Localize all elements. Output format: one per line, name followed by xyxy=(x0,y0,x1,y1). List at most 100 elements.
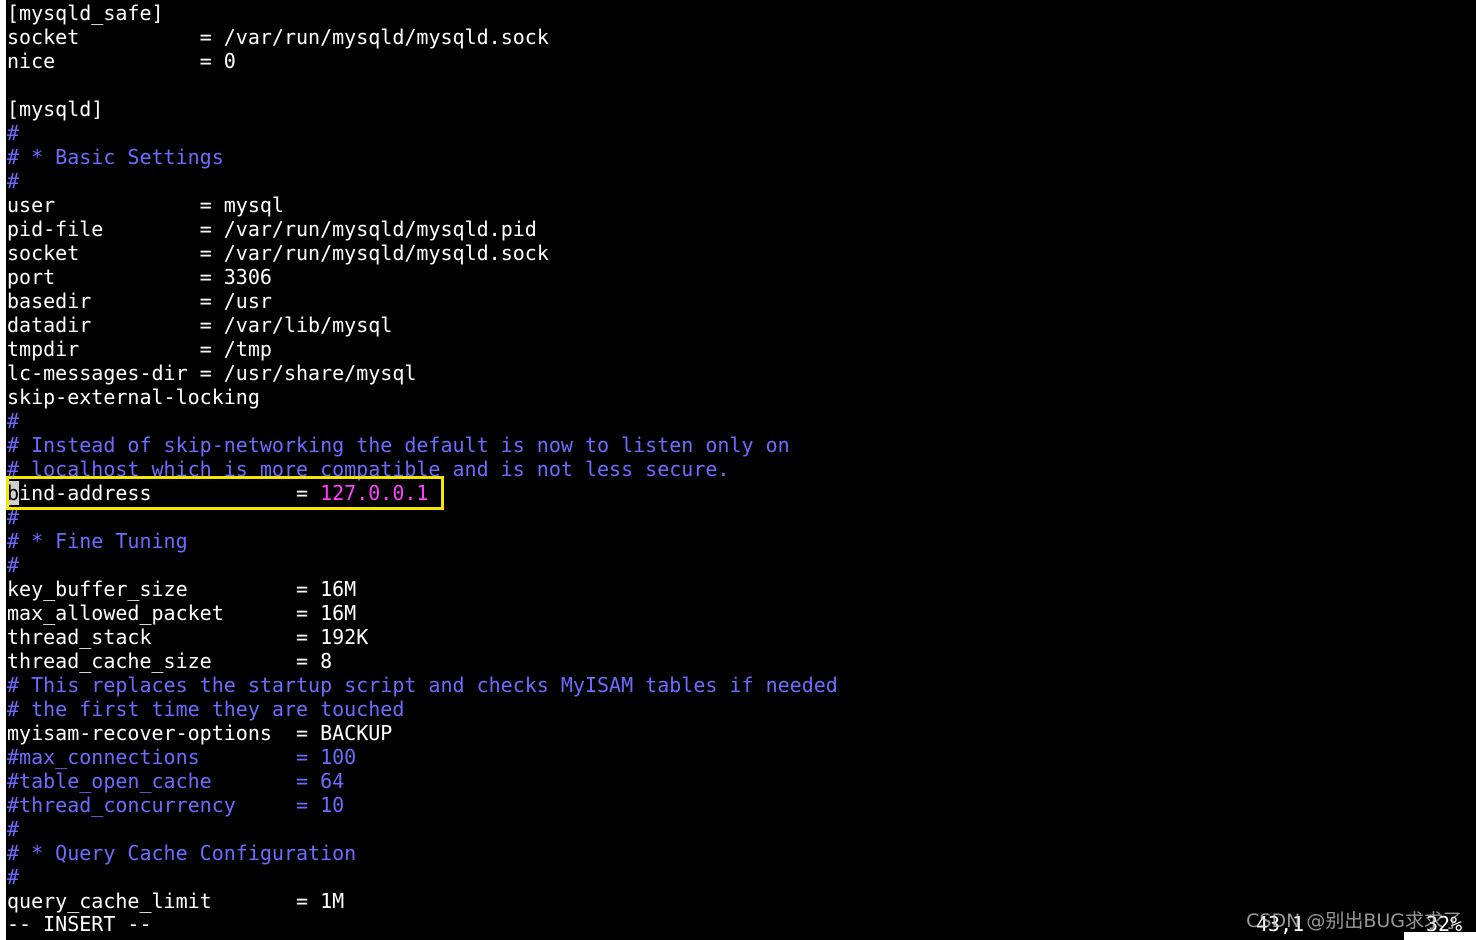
config-separator: = xyxy=(199,193,224,217)
config-key: key_buffer_size xyxy=(7,577,296,601)
comment-text: # xyxy=(7,817,20,841)
config-value: /var/run/mysqld/mysqld.sock xyxy=(223,241,549,265)
config-key: socket xyxy=(7,241,200,265)
vim-mode-indicator: -- INSERT -- xyxy=(7,912,152,936)
editor-line[interactable]: # * Basic Settings xyxy=(7,145,838,169)
config-value: 16M xyxy=(320,577,357,601)
editor-line[interactable]: # Instead of skip-networking the default… xyxy=(7,433,838,457)
config-key: thread_cache_size xyxy=(7,649,296,673)
config-separator: = xyxy=(199,25,224,49)
editor-line[interactable]: user = mysql xyxy=(7,193,838,217)
editor-line[interactable]: query_cache_limit = 1M xyxy=(7,889,838,913)
text-cursor[interactable]: b xyxy=(7,481,20,505)
config-separator: = xyxy=(199,361,224,385)
config-value: /tmp xyxy=(223,337,272,361)
editor-line[interactable]: # xyxy=(7,865,838,889)
editor-line[interactable]: #table_open_cache = 64 xyxy=(7,769,838,793)
comment-text: # xyxy=(7,505,20,529)
config-separator: = xyxy=(295,649,321,673)
editor-line[interactable]: basedir = /usr xyxy=(7,289,838,313)
config-key: ind-address xyxy=(19,481,296,505)
terminal-window[interactable]: [mysqld_safe] socket = /var/run/mysqld/my… xyxy=(6,0,1476,940)
comment-text: #max_connections = 100 xyxy=(7,745,357,769)
editor-line[interactable] xyxy=(7,73,838,97)
editor-line[interactable]: [mysqld_safe] xyxy=(7,1,838,25)
editor-line[interactable]: thread_cache_size = 8 xyxy=(7,649,838,673)
config-separator: = xyxy=(199,265,224,289)
config-key: myisam-recover-options xyxy=(7,721,296,745)
config-separator: = xyxy=(199,337,224,361)
config-key: lc-messages-dir xyxy=(7,361,200,385)
editor-line[interactable]: bind-address = 127.0.0.1 xyxy=(7,481,838,505)
config-key: thread_stack xyxy=(7,625,296,649)
editor-line[interactable]: max_allowed_packet = 16M xyxy=(7,601,838,625)
editor-buffer[interactable]: [mysqld_safe] socket = /var/run/mysqld/my… xyxy=(7,1,838,913)
editor-line[interactable]: # This replaces the startup script and c… xyxy=(7,673,838,697)
config-value: 1M xyxy=(320,889,345,913)
config-separator: = xyxy=(295,577,321,601)
editor-line[interactable]: thread_stack = 192K xyxy=(7,625,838,649)
comment-text: # xyxy=(7,553,20,577)
config-key: socket xyxy=(7,25,200,49)
screenshot-edge xyxy=(1404,932,1476,940)
config-separator: = xyxy=(296,481,321,505)
editor-line[interactable]: # * Query Cache Configuration xyxy=(7,841,838,865)
comment-text: # * Query Cache Configuration xyxy=(7,841,357,865)
config-value: 16M xyxy=(320,601,357,625)
editor-line[interactable]: # xyxy=(7,169,838,193)
editor-line[interactable]: skip-external-locking xyxy=(7,385,838,409)
comment-text: # xyxy=(7,121,20,145)
editor-line[interactable]: # the first time they are touched xyxy=(7,697,838,721)
editor-line[interactable]: # localhost which is more compatible and… xyxy=(7,457,838,481)
editor-line[interactable]: # xyxy=(7,409,838,433)
comment-text: # xyxy=(7,409,20,433)
editor-line[interactable]: # xyxy=(7,505,838,529)
config-value: 8 xyxy=(320,649,333,673)
editor-line[interactable]: myisam-recover-options = BACKUP xyxy=(7,721,838,745)
config-key: nice xyxy=(7,49,200,73)
comment-text: # xyxy=(7,865,20,889)
config-key: basedir xyxy=(7,289,200,313)
editor-line[interactable]: # xyxy=(7,553,838,577)
comment-text: # xyxy=(7,169,20,193)
comment-text: # * Fine Tuning xyxy=(7,529,188,553)
config-value: BACKUP xyxy=(320,721,393,745)
config-separator: = xyxy=(295,601,321,625)
config-value: /var/lib/mysql xyxy=(223,313,393,337)
config-separator: = xyxy=(199,49,224,73)
editor-line[interactable]: # xyxy=(7,817,838,841)
editor-line[interactable]: port = 3306 xyxy=(7,265,838,289)
editor-line[interactable]: lc-messages-dir = /usr/share/mysql xyxy=(7,361,838,385)
config-key: tmpdir xyxy=(7,337,200,361)
config-value: 0 xyxy=(223,49,236,73)
editor-line[interactable]: socket = /var/run/mysqld/mysqld.sock xyxy=(7,25,838,49)
line-text: [mysqld_safe] xyxy=(7,1,164,25)
editor-line[interactable]: key_buffer_size = 16M xyxy=(7,577,838,601)
editor-line[interactable]: #max_connections = 100 xyxy=(7,745,838,769)
config-separator: = xyxy=(295,889,321,913)
comment-text: # the first time they are touched xyxy=(7,697,405,721)
config-separator: = xyxy=(199,241,224,265)
editor-line[interactable]: # xyxy=(7,121,838,145)
editor-line[interactable]: pid-file = /var/run/mysqld/mysqld.pid xyxy=(7,217,838,241)
config-value: 127.0.0.1 xyxy=(320,481,429,505)
config-key: max_allowed_packet xyxy=(7,601,296,625)
editor-line[interactable]: tmpdir = /tmp xyxy=(7,337,838,361)
editor-line[interactable]: datadir = /var/lib/mysql xyxy=(7,313,838,337)
editor-line[interactable]: socket = /var/run/mysqld/mysqld.sock xyxy=(7,241,838,265)
comment-text: # localhost which is more compatible and… xyxy=(7,457,730,481)
config-separator: = xyxy=(199,217,224,241)
comment-text: # Instead of skip-networking the default… xyxy=(7,433,790,457)
editor-line[interactable]: # * Fine Tuning xyxy=(7,529,838,553)
config-value: /usr/share/mysql xyxy=(223,361,417,385)
config-key: query_cache_limit xyxy=(7,889,296,913)
config-separator: = xyxy=(199,289,224,313)
watermark: CSDN @别出BUG求求了 xyxy=(1246,910,1462,932)
editor-line[interactable]: #thread_concurrency = 10 xyxy=(7,793,838,817)
editor-line[interactable]: nice = 0 xyxy=(7,49,838,73)
editor-line[interactable]: [mysqld] xyxy=(7,97,838,121)
comment-text: # * Basic Settings xyxy=(7,145,224,169)
config-key: pid-file xyxy=(7,217,200,241)
line-text: [mysqld] xyxy=(7,97,104,121)
config-value: 192K xyxy=(320,625,369,649)
